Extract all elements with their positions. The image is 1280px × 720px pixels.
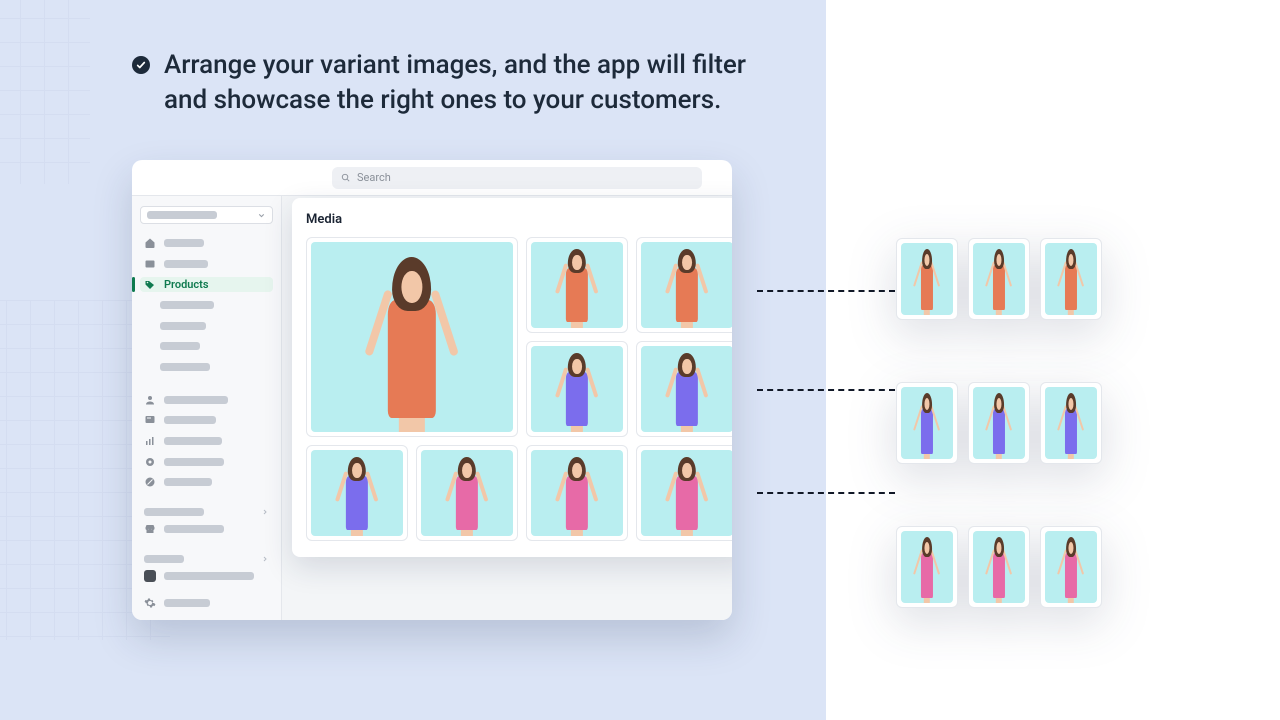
media-thumb[interactable] bbox=[306, 237, 518, 437]
media-thumb[interactable] bbox=[526, 341, 628, 437]
app-body: Products bbox=[132, 196, 732, 620]
analytics-icon bbox=[144, 435, 156, 447]
app-topbar: Search bbox=[132, 160, 732, 196]
variant-groups bbox=[896, 238, 1102, 608]
sidebar-subitem[interactable] bbox=[140, 298, 273, 313]
sidebar-item-settings[interactable] bbox=[140, 595, 273, 610]
decor-grid bbox=[0, 0, 90, 184]
content-icon bbox=[144, 414, 156, 426]
sidebar-section[interactable] bbox=[140, 508, 273, 516]
variant-group bbox=[896, 238, 1102, 320]
placeholder-bar bbox=[164, 396, 228, 404]
placeholder-bar bbox=[164, 572, 254, 580]
placeholder-bar bbox=[164, 437, 222, 445]
media-title: Media bbox=[306, 212, 732, 227]
media-thumb[interactable] bbox=[416, 445, 518, 541]
variant-thumb[interactable] bbox=[968, 238, 1030, 320]
media-thumb[interactable] bbox=[636, 237, 732, 333]
sidebar: Products bbox=[132, 196, 282, 620]
media-thumb[interactable] bbox=[636, 341, 732, 437]
chevron-right-icon bbox=[261, 555, 269, 563]
variant-thumb[interactable] bbox=[968, 382, 1030, 464]
sidebar-item-products[interactable]: Products bbox=[140, 277, 273, 292]
sidebar-item[interactable] bbox=[140, 393, 273, 408]
sidebar-item[interactable] bbox=[140, 569, 273, 584]
sidebar-item[interactable] bbox=[140, 257, 273, 272]
store-icon bbox=[144, 523, 156, 535]
sidebar-item[interactable] bbox=[140, 434, 273, 449]
sidebar-subitem[interactable] bbox=[140, 318, 273, 333]
sidebar-subitem[interactable] bbox=[140, 360, 273, 375]
tag-icon bbox=[144, 279, 156, 291]
marketing-icon bbox=[144, 456, 156, 468]
sidebar-item[interactable] bbox=[140, 522, 273, 537]
placeholder-bar bbox=[164, 599, 210, 607]
placeholder-bar bbox=[164, 525, 224, 533]
sidebar-item-label: Products bbox=[164, 278, 209, 291]
variant-thumb[interactable] bbox=[896, 526, 958, 608]
placeholder-bar bbox=[147, 211, 217, 219]
left-pane: Arrange your variant images, and the app… bbox=[0, 0, 826, 720]
connector-line bbox=[757, 389, 895, 391]
variant-thumb[interactable] bbox=[896, 238, 958, 320]
right-pane bbox=[826, 0, 1280, 720]
placeholder-bar bbox=[160, 363, 210, 371]
app-window: Search Products bbox=[132, 160, 732, 620]
check-circle-icon bbox=[132, 56, 150, 74]
media-thumb[interactable] bbox=[636, 445, 732, 541]
chevron-down-icon bbox=[257, 211, 266, 220]
variant-thumb[interactable] bbox=[896, 382, 958, 464]
search-placeholder: Search bbox=[357, 171, 391, 184]
placeholder-bar bbox=[164, 458, 224, 466]
headline: Arrange your variant images, and the app… bbox=[132, 48, 756, 118]
sidebar-item[interactable] bbox=[140, 454, 273, 469]
media-thumb[interactable] bbox=[306, 445, 408, 541]
variant-thumb[interactable] bbox=[1040, 382, 1102, 464]
placeholder-bar bbox=[164, 260, 208, 268]
placeholder-bar bbox=[160, 322, 206, 330]
connector-line bbox=[757, 290, 895, 292]
media-grid bbox=[306, 237, 732, 541]
placeholder-bar bbox=[160, 342, 200, 350]
gear-icon bbox=[144, 597, 156, 609]
app-icon bbox=[144, 570, 156, 582]
placeholder-bar bbox=[164, 239, 204, 247]
sidebar-section[interactable] bbox=[140, 555, 273, 563]
variant-thumb[interactable] bbox=[1040, 238, 1102, 320]
variant-group bbox=[896, 526, 1102, 608]
headline-text: Arrange your variant images, and the app… bbox=[164, 48, 756, 118]
placeholder-bar bbox=[164, 416, 216, 424]
sidebar-item[interactable] bbox=[140, 413, 273, 428]
connector-line bbox=[757, 492, 895, 494]
placeholder-bar bbox=[144, 555, 184, 563]
chevron-right-icon bbox=[261, 508, 269, 516]
person-icon bbox=[144, 394, 156, 406]
placeholder-bar bbox=[160, 301, 214, 309]
variant-group bbox=[896, 382, 1102, 464]
placeholder-bar bbox=[164, 478, 212, 486]
media-card: Media bbox=[292, 198, 732, 557]
store-select[interactable] bbox=[140, 206, 273, 224]
media-thumb[interactable] bbox=[526, 445, 628, 541]
variant-thumb[interactable] bbox=[1040, 526, 1102, 608]
sidebar-item[interactable] bbox=[140, 475, 273, 490]
orders-icon bbox=[144, 258, 156, 270]
variant-thumb[interactable] bbox=[968, 526, 1030, 608]
search-input[interactable]: Search bbox=[332, 167, 702, 189]
home-icon bbox=[144, 237, 156, 249]
discount-icon bbox=[144, 476, 156, 488]
placeholder-bar bbox=[144, 508, 204, 516]
content-area: Media bbox=[282, 196, 732, 620]
sidebar-subitem[interactable] bbox=[140, 339, 273, 354]
media-thumb[interactable] bbox=[526, 237, 628, 333]
sidebar-item[interactable] bbox=[140, 236, 273, 251]
